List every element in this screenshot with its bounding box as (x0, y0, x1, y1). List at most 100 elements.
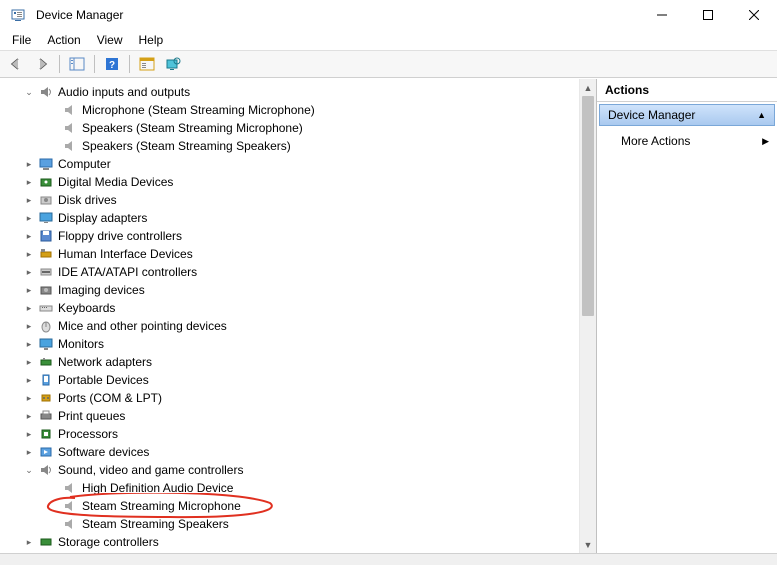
chevron-down-icon[interactable]: ⌄ (22, 461, 36, 479)
chevron-right-icon[interactable]: ▸ (22, 263, 36, 281)
scan-button[interactable] (161, 53, 185, 75)
tree-pane: ⌄ Audio inputs and outputs ▸ Microphone … (0, 79, 597, 553)
tree-item-digital-media[interactable]: ▸ Digital Media Devices (8, 173, 596, 191)
maximize-button[interactable] (685, 0, 731, 30)
camera-icon (38, 282, 54, 298)
chevron-right-icon[interactable]: ▸ (22, 191, 36, 209)
menu-file[interactable]: File (4, 31, 39, 49)
chevron-right-icon[interactable]: ▸ (22, 389, 36, 407)
hid-icon (38, 246, 54, 262)
tree-item-computer[interactable]: ▸ Computer (8, 155, 596, 173)
speaker-icon (62, 102, 78, 118)
tree-item-ide[interactable]: ▸ IDE ATA/ATAPI controllers (8, 263, 596, 281)
menu-action[interactable]: Action (39, 31, 88, 49)
ide-icon (38, 264, 54, 280)
tree-item-portable[interactable]: ▸ Portable Devices (8, 371, 596, 389)
titlebar: Device Manager (0, 0, 777, 30)
menu-help[interactable]: Help (131, 31, 172, 49)
chevron-right-icon[interactable]: ▸ (22, 173, 36, 191)
chevron-right-icon[interactable]: ▸ (22, 299, 36, 317)
actions-item-label: More Actions (621, 134, 690, 148)
tree-item-monitors[interactable]: ▸ Monitors (8, 335, 596, 353)
chevron-right-icon[interactable]: ▸ (22, 227, 36, 245)
toolbar-separator (94, 55, 95, 73)
scroll-down-button[interactable]: ▼ (580, 536, 596, 553)
disk-icon (38, 192, 54, 208)
tree-item-microphone-ssm[interactable]: ▸ Microphone (Steam Streaming Microphone… (8, 101, 596, 119)
chevron-right-icon[interactable]: ▸ (22, 317, 36, 335)
scroll-up-button[interactable]: ▲ (580, 79, 596, 96)
tree-item-hid[interactable]: ▸ Human Interface Devices (8, 245, 596, 263)
chevron-right-icon[interactable]: ▸ (22, 245, 36, 263)
tree-item-hd-audio[interactable]: ▸ High Definition Audio Device (8, 479, 596, 497)
chevron-right-icon[interactable]: ▸ (22, 407, 36, 425)
tree-label: Human Interface Devices (58, 245, 193, 263)
chevron-right-icon[interactable]: ▸ (22, 371, 36, 389)
tree-item-floppy[interactable]: ▸ Floppy drive controllers (8, 227, 596, 245)
minimize-button[interactable] (639, 0, 685, 30)
tree-item-speakers-sss[interactable]: ▸ Speakers (Steam Streaming Speakers) (8, 137, 596, 155)
chevron-right-icon[interactable]: ▸ (22, 281, 36, 299)
chevron-right-icon[interactable]: ▸ (22, 335, 36, 353)
chevron-down-icon[interactable]: ⌄ (22, 83, 36, 101)
tree-item-software-devices[interactable]: ▸ Software devices (8, 443, 596, 461)
tree-item-ports[interactable]: ▸ Ports (COM & LPT) (8, 389, 596, 407)
speaker-icon (62, 498, 78, 514)
keyboard-icon (38, 300, 54, 316)
tree-label: Steam Streaming Speakers (82, 515, 229, 533)
mouse-icon (38, 318, 54, 334)
tree-label: High Definition Audio Device (82, 479, 233, 497)
close-button[interactable] (731, 0, 777, 30)
monitor-icon (38, 336, 54, 352)
tree-scrollbar[interactable]: ▲ ▼ (579, 79, 596, 553)
properties-button[interactable] (135, 53, 159, 75)
actions-section-label: Device Manager (608, 108, 695, 122)
back-button[interactable] (4, 53, 28, 75)
tree-item-disk-drives[interactable]: ▸ Disk drives (8, 191, 596, 209)
tree-item-speakers-ssm[interactable]: ▸ Speakers (Steam Streaming Microphone) (8, 119, 596, 137)
chevron-right-icon[interactable]: ▸ (22, 353, 36, 371)
computer-icon (38, 156, 54, 172)
chevron-right-icon[interactable]: ▸ (22, 443, 36, 461)
toolbar-separator (129, 55, 130, 73)
chevron-right-icon[interactable]: ▸ (22, 533, 36, 551)
chevron-right-icon: ▶ (762, 136, 769, 147)
software-icon (38, 444, 54, 460)
tree-item-steam-mic[interactable]: ▸ Steam Streaming Microphone (8, 497, 596, 515)
menubar: File Action View Help (0, 30, 777, 50)
actions-header: Actions (597, 79, 777, 102)
window-title: Device Manager (36, 8, 123, 22)
tree-label: Imaging devices (58, 281, 145, 299)
tree-label: Computer (58, 155, 111, 173)
tree-item-sound-video[interactable]: ⌄ Sound, video and game controllers (8, 461, 596, 479)
chevron-right-icon[interactable]: ▸ (22, 425, 36, 443)
tree-label: Portable Devices (58, 371, 149, 389)
tree-item-storage[interactable]: ▸ Storage controllers (8, 533, 596, 551)
chevron-right-icon[interactable]: ▸ (22, 155, 36, 173)
help-button[interactable]: ? (100, 53, 124, 75)
tree-item-steam-spk[interactable]: ▸ Steam Streaming Speakers (8, 515, 596, 533)
forward-button[interactable] (30, 53, 54, 75)
tree-label: Microphone (Steam Streaming Microphone) (82, 101, 315, 119)
actions-item-more[interactable]: More Actions ▶ (597, 128, 777, 154)
tree-item-imaging[interactable]: ▸ Imaging devices (8, 281, 596, 299)
toolbar: ? (0, 50, 777, 78)
tree-label: Mice and other pointing devices (58, 317, 227, 335)
tree-item-audio-inputs[interactable]: ⌄ Audio inputs and outputs (8, 83, 596, 101)
tree-item-processors[interactable]: ▸ Processors (8, 425, 596, 443)
media-icon (38, 174, 54, 190)
menu-view[interactable]: View (89, 31, 131, 49)
tree-item-print-queues[interactable]: ▸ Print queues (8, 407, 596, 425)
tree-label: Speakers (Steam Streaming Microphone) (82, 119, 303, 137)
tree-item-keyboards[interactable]: ▸ Keyboards (8, 299, 596, 317)
scroll-thumb[interactable] (582, 96, 594, 316)
actions-section-device-manager[interactable]: Device Manager ▲ (599, 104, 775, 126)
tree-item-display-adapters[interactable]: ▸ Display adapters (8, 209, 596, 227)
tree-item-mice[interactable]: ▸ Mice and other pointing devices (8, 317, 596, 335)
printer-icon (38, 408, 54, 424)
tree-item-network[interactable]: ▸ Network adapters (8, 353, 596, 371)
show-hide-tree-button[interactable] (65, 53, 89, 75)
tree-label: Audio inputs and outputs (58, 83, 190, 101)
chevron-right-icon[interactable]: ▸ (22, 209, 36, 227)
tree-label: Sound, video and game controllers (58, 461, 243, 479)
